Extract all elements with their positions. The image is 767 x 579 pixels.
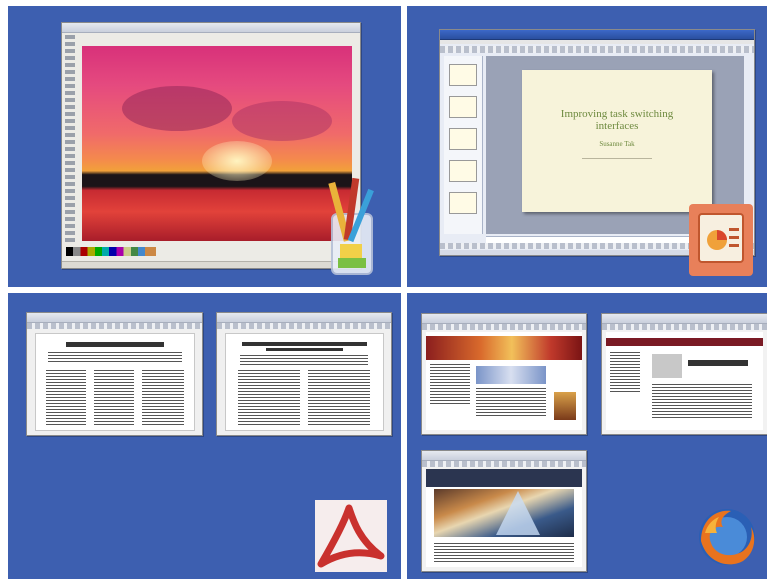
paint-color-palette[interactable] [66, 247, 156, 256]
toolbar [217, 323, 391, 329]
cloud-shape [122, 86, 232, 131]
menu-bar [440, 40, 754, 44]
paint-toolbox [65, 35, 75, 245]
paper-title-block [66, 342, 164, 347]
window-titlebar [422, 451, 586, 461]
task-switcher-screen: Improving task switching interfaces Susa… [0, 0, 767, 579]
pdf-window-1[interactable] [26, 312, 203, 436]
column-text [46, 370, 86, 426]
page-text [430, 364, 470, 404]
cloud-shape [232, 101, 332, 141]
column-text [94, 370, 134, 426]
author-block [48, 352, 182, 364]
paint-brushes-icon [318, 174, 388, 279]
group-acrobat [8, 293, 401, 579]
firefox-icon [693, 503, 761, 571]
web-header [426, 469, 582, 487]
web-page [426, 332, 582, 430]
web-banner [426, 336, 582, 360]
slide-subtitle-line [582, 158, 652, 159]
nav-toolbar [422, 324, 586, 330]
sidebar-text [610, 352, 640, 392]
window-titlebar [27, 313, 202, 323]
page-text [434, 543, 574, 563]
web-page [426, 469, 582, 567]
slide-thumbnail[interactable] [449, 192, 477, 214]
slide-thumbnail[interactable] [449, 64, 477, 86]
window-titlebar [62, 23, 360, 33]
web-hero-shape [496, 491, 540, 535]
paint-canvas-image [82, 46, 352, 241]
acrobat-icon [315, 500, 387, 572]
firefox-window-1[interactable] [421, 313, 587, 435]
page-text [652, 384, 752, 420]
web-image [652, 354, 682, 378]
paper-title-block [266, 348, 343, 351]
slide-thumbnail[interactable] [449, 128, 477, 150]
group-paint [8, 6, 401, 287]
powerpoint-icon [689, 204, 753, 276]
slide-author: Susanne Tak [599, 140, 635, 148]
paper-title-block [242, 342, 367, 346]
web-image [476, 366, 546, 384]
author-block [240, 355, 368, 365]
slide-title: Improving task switching interfaces [560, 108, 674, 132]
slide-thumbnail[interactable] [449, 96, 477, 118]
slide-thumbnails-pane [444, 56, 483, 234]
window-titlebar [422, 314, 586, 324]
window-titlebar [602, 314, 767, 324]
nav-toolbar [422, 461, 586, 467]
toolbar [440, 46, 754, 53]
toolbar [27, 323, 202, 329]
status-bar [62, 261, 360, 268]
nav-toolbar [602, 324, 767, 330]
firefox-window-2[interactable] [601, 313, 767, 435]
pdf-window-2[interactable] [216, 312, 392, 436]
column-text [238, 370, 300, 426]
paint-window[interactable] [61, 22, 361, 269]
slide-thumbnail[interactable] [449, 160, 477, 182]
web-page [606, 332, 763, 430]
slide-canvas[interactable]: Improving task switching interfaces Susa… [522, 70, 712, 212]
firefox-window-3[interactable] [421, 450, 587, 572]
web-banner [606, 338, 763, 346]
group-powerpoint: Improving task switching interfaces Susa… [407, 6, 767, 287]
headline-block [688, 360, 748, 366]
pdf-page [35, 333, 195, 431]
column-text [308, 370, 370, 426]
web-image [554, 392, 576, 420]
window-titlebar [440, 30, 754, 40]
window-titlebar [217, 313, 391, 323]
page-text [476, 388, 546, 418]
column-text [142, 370, 184, 426]
group-firefox [407, 293, 767, 579]
sun-glow [202, 141, 272, 181]
pdf-page [225, 333, 384, 431]
